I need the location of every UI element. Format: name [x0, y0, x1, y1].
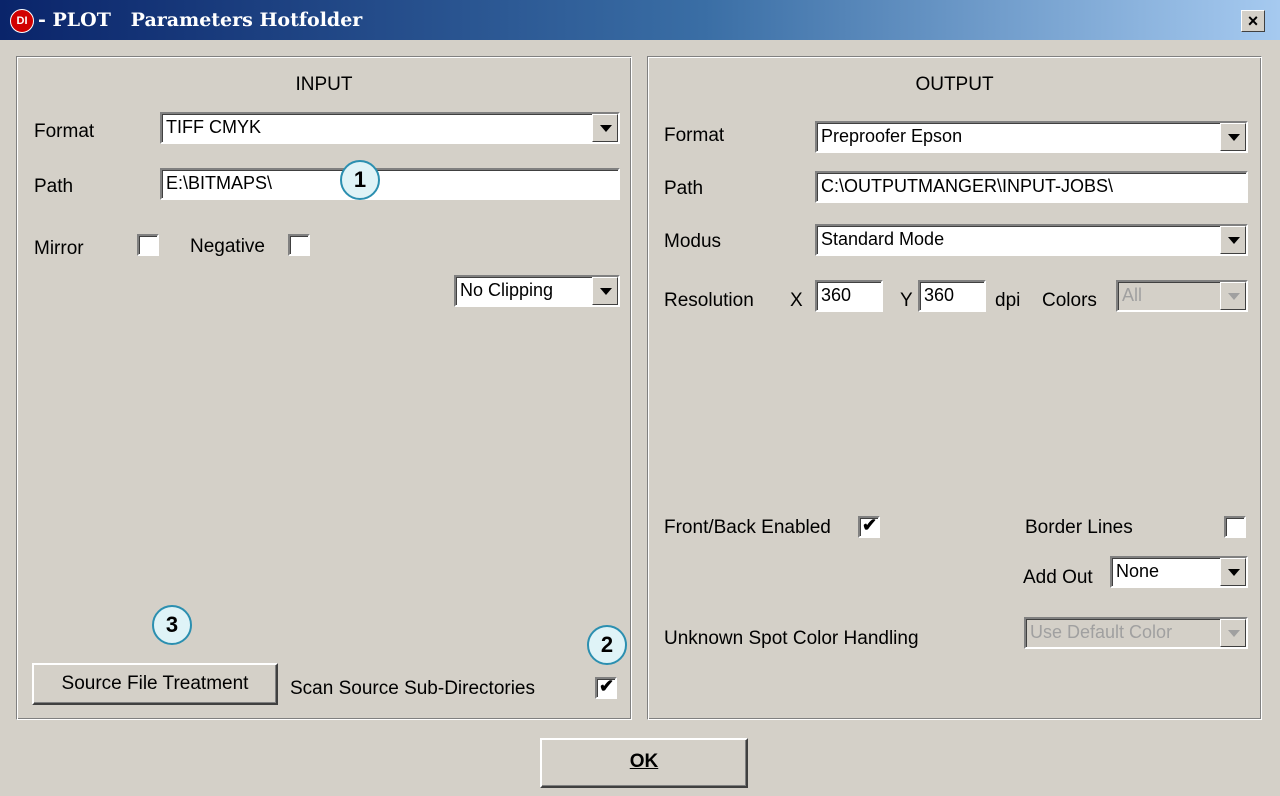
resolution-y-input[interactable]: 360 — [918, 280, 986, 312]
colors-value: All — [1122, 285, 1143, 305]
clipping-value: No Clipping — [460, 280, 554, 300]
chevron-down-icon[interactable] — [1220, 619, 1246, 647]
colors-label: Colors — [1042, 290, 1097, 311]
colors-select[interactable]: All — [1116, 280, 1248, 312]
spot-color-label: Unknown Spot Color Handling — [664, 628, 919, 649]
output-path-field[interactable]: C:\OUTPUTMANGER\INPUT-JOBS\ — [815, 171, 1248, 203]
negative-checkbox[interactable] — [288, 234, 310, 256]
resolution-label: Resolution — [664, 290, 754, 311]
resolution-x-input[interactable]: 360 — [815, 280, 883, 312]
callout-marker-3: 3 — [152, 605, 192, 645]
modus-value: Standard Mode — [821, 229, 945, 249]
output-format-label: Format — [664, 125, 725, 146]
chevron-down-icon[interactable] — [1220, 558, 1246, 586]
title-bar: DI - PLOT Parameters Hotfolder × — [0, 0, 1280, 40]
output-format-value: Preproofer Epson — [821, 126, 963, 146]
chevron-down-icon[interactable] — [1220, 123, 1246, 151]
spot-color-value: Use Default Color — [1030, 622, 1173, 642]
output-heading: OUTPUT — [915, 74, 994, 95]
chevron-down-icon[interactable] — [1220, 282, 1246, 310]
chevron-down-icon[interactable] — [592, 277, 618, 305]
input-path-label: Path — [34, 176, 74, 197]
add-out-value: None — [1116, 561, 1160, 581]
input-heading: INPUT — [295, 74, 353, 95]
input-format-select[interactable]: TIFF CMYK — [160, 112, 620, 144]
resolution-x-label: X — [790, 290, 803, 311]
input-format-value: TIFF CMYK — [166, 117, 261, 137]
modus-label: Modus — [664, 231, 722, 252]
app-icon: DI — [10, 9, 34, 33]
border-lines-checkbox[interactable] — [1224, 516, 1246, 538]
spot-color-select[interactable]: Use Default Color — [1024, 617, 1248, 649]
chevron-down-icon[interactable] — [1220, 226, 1246, 254]
modus-select[interactable]: Standard Mode — [815, 224, 1248, 256]
close-button[interactable]: × — [1241, 10, 1265, 32]
ok-label: OK — [629, 751, 659, 772]
input-format-label: Format — [34, 121, 95, 142]
add-out-label: Add Out — [1023, 567, 1093, 588]
front-back-checkbox[interactable] — [858, 515, 880, 538]
dpi-label: dpi — [995, 290, 1021, 311]
scan-subdirectories-checkbox[interactable] — [595, 676, 617, 699]
callout-marker-2: 2 — [587, 625, 627, 665]
input-panel — [16, 56, 632, 720]
scan-subdirectories-label: Scan Source Sub-Directories — [290, 678, 535, 699]
mirror-label: Mirror — [34, 238, 84, 259]
output-path-label: Path — [664, 178, 704, 199]
input-path-field[interactable]: E:\BITMAPS\ — [160, 168, 620, 200]
callout-marker-1: 1 — [340, 160, 380, 200]
ok-button[interactable]: OK — [540, 738, 748, 788]
resolution-y-label: Y — [900, 290, 913, 311]
negative-label: Negative — [190, 236, 265, 257]
add-out-select[interactable]: None — [1110, 556, 1248, 588]
clipping-select[interactable]: No Clipping — [454, 275, 620, 307]
mirror-checkbox[interactable] — [137, 234, 159, 256]
chevron-down-icon[interactable] — [592, 114, 618, 142]
output-format-select[interactable]: Preproofer Epson — [815, 121, 1248, 153]
source-file-treatment-button[interactable]: Source File Treatment — [32, 663, 278, 705]
border-lines-label: Border Lines — [1025, 517, 1133, 538]
front-back-label: Front/Back Enabled — [664, 517, 831, 538]
window-title: - PLOT Parameters Hotfolder — [38, 9, 363, 31]
